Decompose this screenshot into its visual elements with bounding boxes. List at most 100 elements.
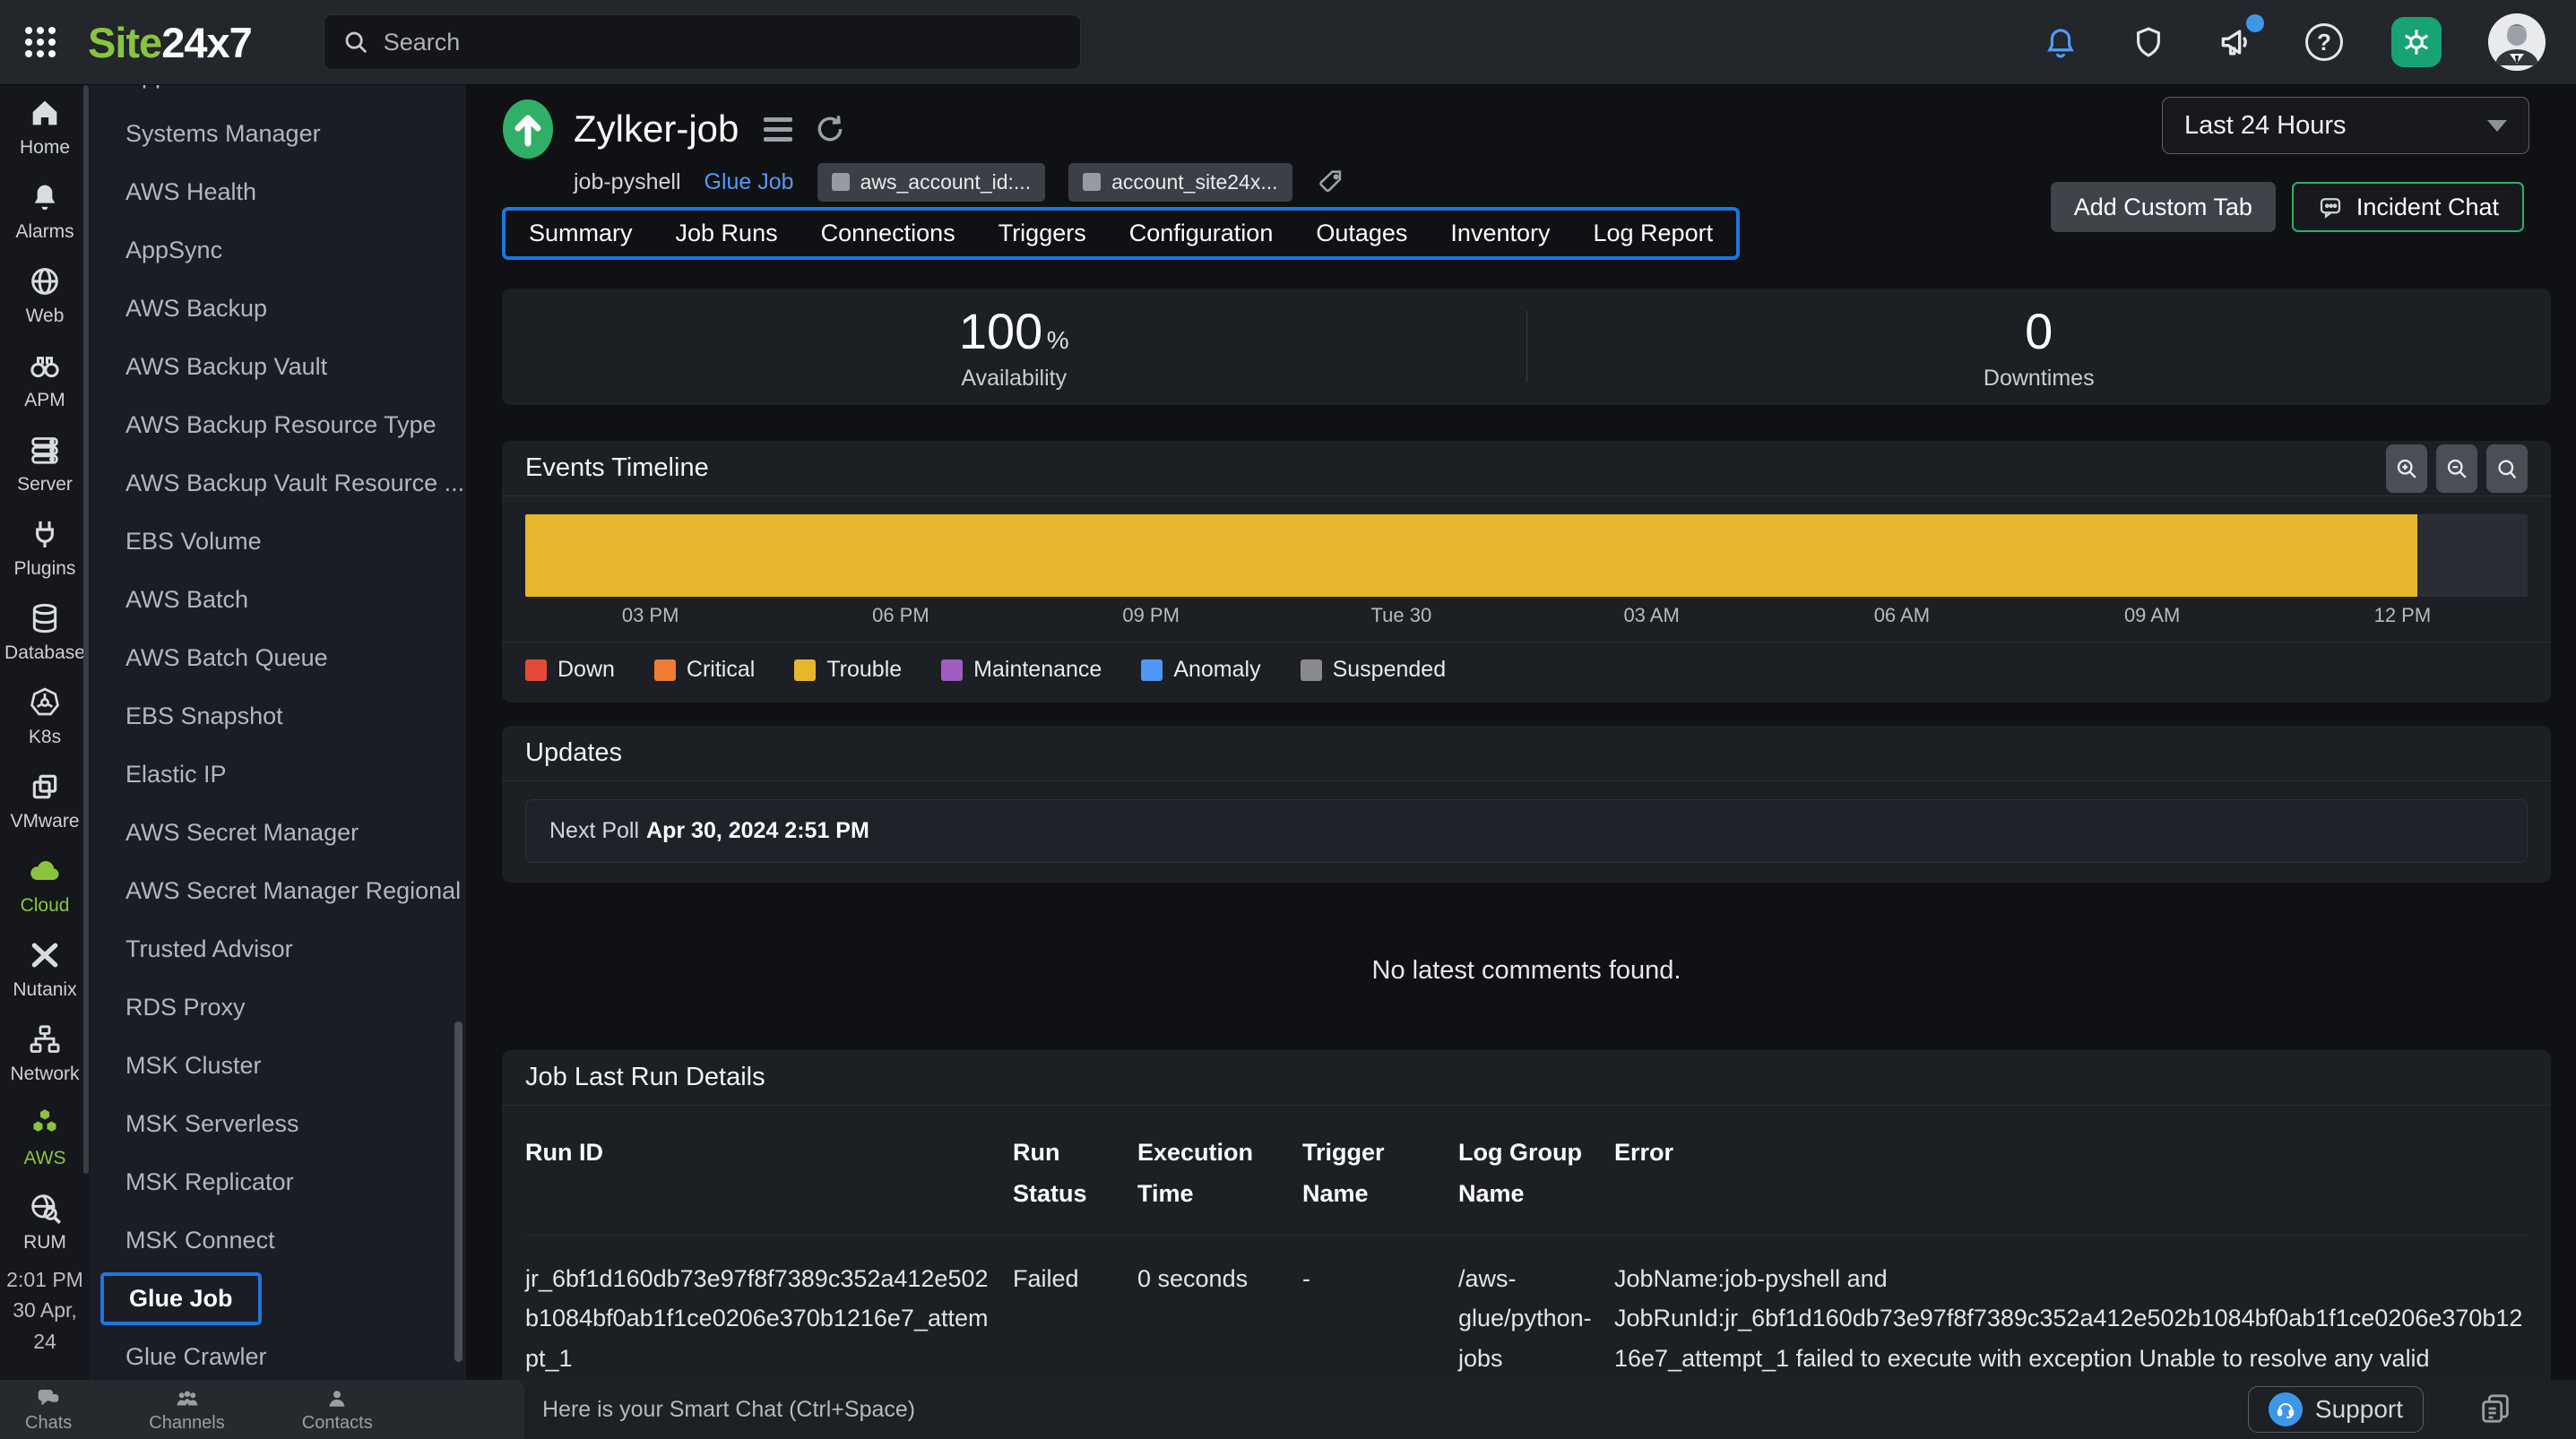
rail-item-rum[interactable]: RUM <box>0 1180 90 1264</box>
search-input[interactable] <box>384 29 1062 56</box>
tab[interactable]: Outages <box>1316 220 1407 247</box>
zoom-reset-button[interactable] <box>2486 444 2528 493</box>
rail-item-nutanix[interactable]: Nutanix <box>0 927 90 1012</box>
sidebar-item[interactable]: Glue Job <box>90 1270 466 1328</box>
sidebar-item[interactable]: Glue Crawler <box>90 1328 466 1380</box>
sidebar-item[interactable]: AWS Secret Manager Regional <box>90 862 466 920</box>
sidebar-item[interactable]: AWS Batch Queue <box>90 629 466 687</box>
monitor-category-link[interactable]: Glue Job <box>705 169 794 195</box>
status-up-icon <box>502 98 554 160</box>
refresh-icon[interactable] <box>812 111 848 147</box>
rail-item-k8s[interactable]: K8s <box>0 675 90 759</box>
rail-item-aws[interactable]: AWS <box>0 1096 90 1180</box>
help-icon[interactable]: ? <box>2304 22 2345 63</box>
axis-tick-label: 03 PM <box>525 604 775 627</box>
hamburger-menu-icon[interactable] <box>764 117 792 142</box>
rail-item-plugins[interactable]: Plugins <box>0 506 90 590</box>
tab[interactable]: Connections <box>821 220 955 247</box>
sidebar-item[interactable]: Trusted Advisor <box>90 920 466 978</box>
tag-chip[interactable]: account_site24x... <box>1068 163 1292 202</box>
axis-tick-label: 06 AM <box>1776 604 2027 627</box>
tab[interactable]: Inventory <box>1450 220 1550 247</box>
tag-icon[interactable] <box>1316 167 1346 197</box>
sidebar-item[interactable]: AppStream Fleet <box>90 85 466 105</box>
apm-binoculars-icon <box>27 348 63 383</box>
tab[interactable]: Triggers <box>998 220 1086 247</box>
sidebar-item[interactable]: AWS Backup Vault <box>90 338 466 396</box>
contacts-button[interactable]: Contacts <box>302 1385 373 1434</box>
rail-item-database[interactable]: Database <box>0 590 90 675</box>
axis-tick-label: Tue 30 <box>1276 604 1526 627</box>
incident-chat-button[interactable]: Incident Chat <box>2292 182 2524 232</box>
sidebar-item[interactable]: AWS Batch <box>90 571 466 629</box>
no-comments-message: No latest comments found. <box>502 956 2551 986</box>
zoom-in-button[interactable] <box>2386 444 2427 493</box>
time-range-select[interactable]: Last 24 Hours <box>2162 97 2529 154</box>
sidebar-item[interactable]: AppSync <box>90 221 466 280</box>
smart-chat-hint[interactable]: Here is your Smart Chat (Ctrl+Space) <box>542 1380 915 1439</box>
sidebar-item[interactable]: Systems Manager <box>90 105 466 163</box>
rail-item-alarms[interactable]: Alarms <box>0 169 90 254</box>
site24x7-logo[interactable]: Site24x7 <box>88 18 252 67</box>
rail-item-web[interactable]: Web <box>0 254 90 338</box>
events-timeline-chart[interactable]: 03 PM06 PM09 PMTue 3003 AM06 AM09 AM12 P… <box>525 514 2528 627</box>
cell-log-group-name: /aws-glue/python-jobs <box>1458 1259 1593 1380</box>
table-row[interactable]: jr_6bf1d160db73e97f8f7389c352a412e502b10… <box>525 1235 2528 1380</box>
rail-item-cloud[interactable]: Cloud <box>0 843 90 927</box>
monitor-name: Zylker-job <box>574 108 739 151</box>
legend-item: Anomaly <box>1141 657 1260 683</box>
rail-item-vmware[interactable]: VMware <box>0 759 90 843</box>
sidebar-item[interactable]: EBS Volume <box>90 513 466 571</box>
legend-item: Down <box>525 657 615 683</box>
app-grid-icon[interactable] <box>25 27 56 57</box>
tab[interactable]: Configuration <box>1129 220 1274 247</box>
updates-title: Updates <box>525 738 622 768</box>
channels-button[interactable]: Channels <box>149 1385 225 1434</box>
user-avatar[interactable] <box>2488 13 2546 71</box>
notifications-bell-icon[interactable] <box>2040 22 2081 63</box>
sidebar-item[interactable]: MSK Connect <box>90 1211 466 1270</box>
updates-card: Updates Next PollApr 30, 2024 2:51 PM <box>502 726 2551 883</box>
left-rail: Home Alarms Web APM Server Plugins Datab… <box>0 85 90 1380</box>
rail-item-apm[interactable]: APM <box>0 338 90 422</box>
chats-button[interactable]: Chats <box>25 1385 72 1434</box>
sidebar-item[interactable]: Elastic IP <box>90 745 466 804</box>
axis-tick-label: 06 PM <box>775 604 1025 627</box>
announcements-megaphone-icon[interactable] <box>2216 22 2257 63</box>
feedback-notes-icon[interactable] <box>2477 1391 2513 1426</box>
cell-run-status: Failed <box>1013 1259 1116 1380</box>
zoom-out-button[interactable] <box>2436 444 2477 493</box>
rail-scrollbar[interactable] <box>83 85 89 1174</box>
sidebar-item[interactable]: AWS Backup Vault Resource ... <box>90 454 466 513</box>
sidebar-item[interactable]: MSK Replicator <box>90 1153 466 1211</box>
sidebar-item[interactable]: AWS Backup <box>90 280 466 338</box>
sidebar-item[interactable]: AWS Secret Manager <box>90 804 466 862</box>
shield-icon[interactable] <box>2128 22 2169 63</box>
legend-item: Trouble <box>794 657 902 683</box>
monitor-type-sidebar: AppStream Fleet Systems Manager AWS Heal… <box>90 85 466 1380</box>
ai-assistant-icon[interactable] <box>2391 17 2442 67</box>
support-button[interactable]: Support <box>2248 1386 2424 1433</box>
sidebar-item[interactable]: AWS Backup Resource Type <box>90 396 466 454</box>
add-custom-tab-button[interactable]: Add Custom Tab <box>2051 182 2276 232</box>
tab[interactable]: Job Runs <box>676 220 778 247</box>
tab[interactable]: Log Report <box>1593 220 1713 247</box>
column-header: Run Status <box>1013 1133 1116 1215</box>
legend-color-swatch <box>1141 659 1163 681</box>
sidebar-item[interactable]: AWS Health <box>90 163 466 221</box>
sidebar-item[interactable]: RDS Proxy <box>90 978 466 1037</box>
global-search[interactable] <box>324 14 1081 70</box>
rail-item-network[interactable]: Network <box>0 1012 90 1096</box>
legend-item: Critical <box>654 657 755 683</box>
rail-item-home[interactable]: Home <box>0 85 90 169</box>
rum-icon <box>27 1190 63 1226</box>
sidebar-scrollbar[interactable] <box>454 1021 462 1362</box>
sidebar-item[interactable]: MSK Serverless <box>90 1095 466 1153</box>
sidebar-item[interactable]: MSK Cluster <box>90 1037 466 1095</box>
tag-chip[interactable]: aws_account_id:... <box>817 163 1046 202</box>
legend-color-swatch <box>794 659 816 681</box>
cloud-icon <box>27 853 63 889</box>
tab[interactable]: Summary <box>529 220 633 247</box>
rail-item-server[interactable]: Server <box>0 422 90 506</box>
sidebar-item[interactable]: EBS Snapshot <box>90 687 466 745</box>
